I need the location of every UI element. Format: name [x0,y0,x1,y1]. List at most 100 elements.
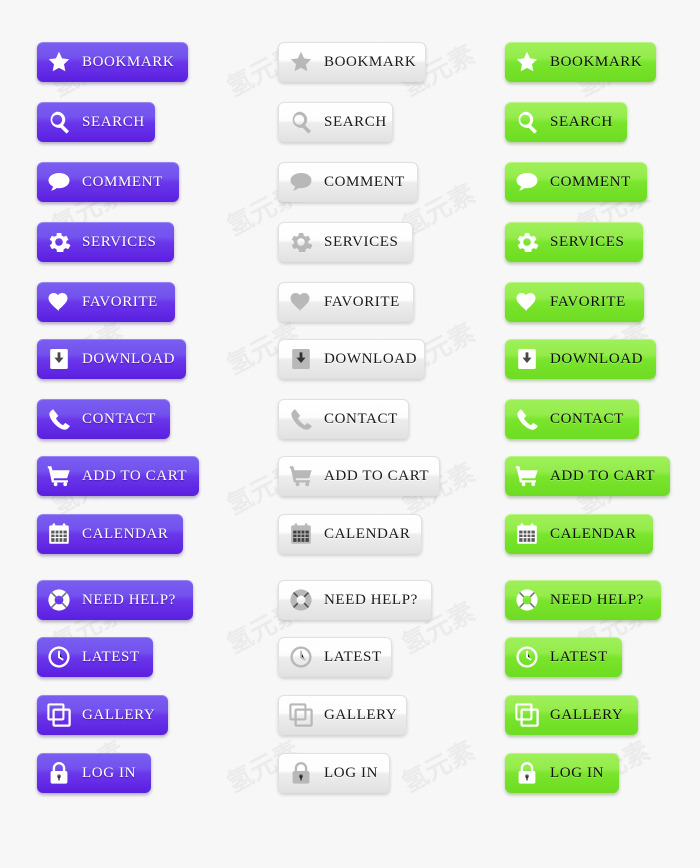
star-icon [46,49,72,75]
button-bookmark-green[interactable]: BOOKMARK [505,42,656,82]
button-label: SERVICES [550,233,625,250]
button-label: CALENDAR [82,525,169,542]
button-label: ADD TO CART [550,467,656,484]
calendar-icon [46,521,72,547]
button-contact-gray[interactable]: CONTACT [278,399,409,439]
button-label: GALLERY [82,706,156,723]
button-calendar-purple[interactable]: CALENDAR [37,514,183,554]
button-services-gray[interactable]: SERVICES [278,222,413,262]
button-label: SERVICES [82,233,157,250]
button-contact-purple[interactable]: CONTACT [37,399,170,439]
button-calendar-green[interactable]: CALENDAR [505,514,653,554]
button-add-to-cart-gray[interactable]: ADD TO CART [278,456,440,496]
lifering-icon [514,587,540,613]
calendar-icon [288,521,314,547]
button-search-gray[interactable]: SEARCH [278,102,393,142]
button-latest-purple[interactable]: LATEST [37,637,153,677]
star-icon [288,49,314,75]
button-label: DOWNLOAD [324,350,418,367]
clock-icon [514,644,540,670]
button-download-purple[interactable]: DOWNLOAD [37,339,186,379]
button-latest-gray[interactable]: LATEST [278,637,392,677]
button-bookmark-gray[interactable]: BOOKMARK [278,42,426,82]
clock-icon [46,644,72,670]
button-label: NEED HELP? [550,591,644,608]
button-log-in-green[interactable]: LOG IN [505,753,619,793]
button-add-to-cart-green[interactable]: ADD TO CART [505,456,670,496]
lock-icon [46,760,72,786]
button-log-in-purple[interactable]: LOG IN [37,753,151,793]
button-label: ADD TO CART [324,467,430,484]
button-download-green[interactable]: DOWNLOAD [505,339,656,379]
gallery-icon [514,702,540,728]
button-need-help-gray[interactable]: NEED HELP? [278,580,432,620]
button-label: LOG IN [550,764,605,781]
button-comment-gray[interactable]: COMMENT [278,162,418,202]
button-favorite-green[interactable]: FAVORITE [505,282,644,322]
button-label: NEED HELP? [82,591,176,608]
button-favorite-purple[interactable]: FAVORITE [37,282,175,322]
calendar-icon [514,521,540,547]
button-label: COMMENT [550,173,631,190]
button-label: CALENDAR [550,525,637,542]
button-label: SEARCH [550,113,613,130]
lifering-icon [46,587,72,613]
button-favorite-gray[interactable]: FAVORITE [278,282,414,322]
lifering-icon [288,587,314,613]
lock-icon [288,760,314,786]
button-add-to-cart-purple[interactable]: ADD TO CART [37,456,199,496]
phone-icon [46,406,72,432]
button-label: COMMENT [82,173,163,190]
button-label: BOOKMARK [324,53,417,70]
cart-icon [514,463,540,489]
button-comment-purple[interactable]: COMMENT [37,162,179,202]
button-label: LATEST [550,648,608,665]
button-label: GALLERY [324,706,398,723]
button-contact-green[interactable]: CONTACT [505,399,639,439]
button-label: BOOKMARK [550,53,643,70]
gallery-icon [46,702,72,728]
gear-icon [514,229,540,255]
button-services-purple[interactable]: SERVICES [37,222,174,262]
button-log-in-gray[interactable]: LOG IN [278,753,390,793]
heart-icon [514,289,540,315]
button-label: LOG IN [324,764,379,781]
button-label: GALLERY [550,706,624,723]
button-label: SEARCH [82,113,145,130]
button-gallery-green[interactable]: GALLERY [505,695,638,735]
button-label: FAVORITE [324,293,400,310]
button-search-green[interactable]: SEARCH [505,102,627,142]
comment-icon [46,169,72,195]
button-label: CONTACT [324,410,398,427]
download-icon [46,346,72,372]
button-label: SERVICES [324,233,399,250]
download-icon [288,346,314,372]
search-icon [46,109,72,135]
button-calendar-gray[interactable]: CALENDAR [278,514,422,554]
button-label: SEARCH [324,113,387,130]
button-comment-green[interactable]: COMMENT [505,162,647,202]
button-download-gray[interactable]: DOWNLOAD [278,339,425,379]
clock-icon [288,644,314,670]
button-bookmark-purple[interactable]: BOOKMARK [37,42,188,82]
button-need-help-green[interactable]: NEED HELP? [505,580,661,620]
heart-icon [46,289,72,315]
button-services-green[interactable]: SERVICES [505,222,643,262]
button-label: ADD TO CART [82,467,188,484]
button-need-help-purple[interactable]: NEED HELP? [37,580,193,620]
button-label: FAVORITE [82,293,158,310]
button-gallery-purple[interactable]: GALLERY [37,695,168,735]
gear-icon [288,229,314,255]
download-icon [514,346,540,372]
button-label: DOWNLOAD [82,350,176,367]
button-gallery-gray[interactable]: GALLERY [278,695,407,735]
gallery-icon [288,702,314,728]
cart-icon [288,463,314,489]
button-latest-green[interactable]: LATEST [505,637,622,677]
button-label: CONTACT [82,410,156,427]
button-search-purple[interactable]: SEARCH [37,102,155,142]
lock-icon [514,760,540,786]
search-icon [288,109,314,135]
button-label: DOWNLOAD [550,350,644,367]
button-label: LATEST [82,648,140,665]
